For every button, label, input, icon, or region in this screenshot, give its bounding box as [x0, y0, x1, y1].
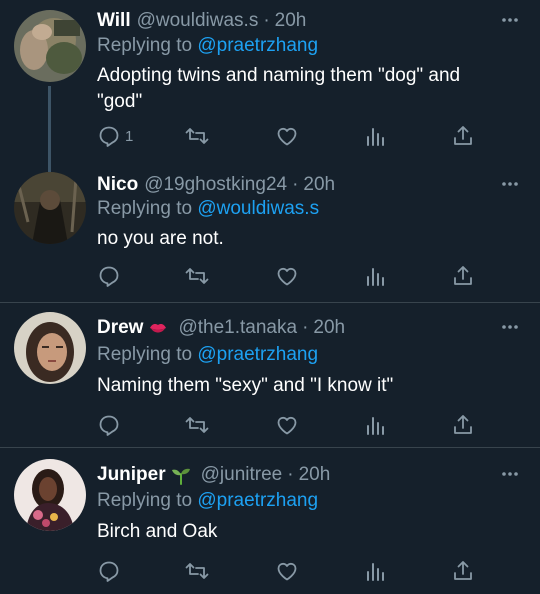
- retweet-icon: [185, 268, 209, 284]
- replying-to-label: Replying to: [97, 35, 198, 56]
- tweet-nico[interactable]: Nico @19ghostking24 · 20h Replying to @w…: [0, 166, 540, 302]
- more-icon[interactable]: [500, 174, 520, 194]
- user-handle[interactable]: @wouldiwas.s: [137, 10, 259, 32]
- tweet-drew[interactable]: Drew @the1.tanaka · 20h Replying to @pra…: [0, 303, 540, 447]
- kiss-mark-emoji: [148, 318, 168, 338]
- like-icon: [277, 127, 297, 146]
- replying-to: Replying to @praetrzhang: [97, 35, 318, 57]
- analytics-icon: [367, 417, 384, 435]
- reply-icon: [99, 126, 119, 147]
- replying-to: Replying to @wouldiwas.s: [97, 198, 319, 220]
- tweet-text: no you are not.: [97, 228, 224, 249]
- tweet-header: Nico @19ghostking24 · 20h: [97, 174, 335, 196]
- retweet-button[interactable]: [185, 411, 209, 439]
- retweet-button[interactable]: [185, 557, 209, 585]
- analytics-icon: [367, 563, 384, 581]
- display-name[interactable]: Juniper: [97, 464, 166, 486]
- share-icon: [454, 415, 472, 434]
- action-bar: 1: [97, 122, 497, 150]
- retweet-icon: [185, 563, 209, 579]
- analytics-button[interactable]: [363, 122, 387, 150]
- reply-button[interactable]: [97, 557, 125, 585]
- share-button[interactable]: [451, 557, 475, 585]
- like-button[interactable]: [275, 411, 299, 439]
- share-icon: [454, 266, 472, 285]
- timestamp[interactable]: 20h: [313, 317, 345, 339]
- action-bar: [97, 557, 497, 585]
- separator: ·: [263, 10, 270, 31]
- like-button[interactable]: [275, 122, 299, 150]
- display-name[interactable]: Drew: [97, 317, 143, 339]
- separator: ·: [292, 174, 299, 195]
- analytics-icon: [367, 268, 384, 286]
- tweet-header: Drew @the1.tanaka · 20h: [97, 317, 345, 339]
- more-icon[interactable]: [500, 317, 520, 337]
- share-icon: [454, 126, 472, 145]
- mention-link[interactable]: @praetrzhang: [197, 35, 318, 56]
- more-icon[interactable]: [500, 464, 520, 484]
- retweet-icon: [185, 417, 209, 433]
- analytics-button[interactable]: [363, 557, 387, 585]
- analytics-icon: [367, 128, 384, 146]
- like-icon: [277, 267, 297, 286]
- user-handle[interactable]: @the1.tanaka: [178, 317, 297, 339]
- mention-link[interactable]: @praetrzhang: [197, 490, 318, 511]
- retweet-icon: [185, 128, 209, 144]
- reply-count: 1: [125, 127, 134, 145]
- mention-link[interactable]: @praetrzhang: [197, 344, 318, 365]
- reply-button[interactable]: 1: [97, 122, 133, 150]
- tweet-juniper[interactable]: Juniper @junitree · 20h Replying to @pra…: [0, 448, 540, 594]
- reply-button[interactable]: [97, 411, 125, 439]
- share-button[interactable]: [451, 411, 475, 439]
- analytics-button[interactable]: [363, 262, 387, 290]
- avatar[interactable]: [14, 312, 86, 384]
- like-button[interactable]: [275, 557, 299, 585]
- share-button[interactable]: [451, 122, 475, 150]
- action-bar: [97, 411, 497, 439]
- tweet-header: Will @wouldiwas.s · 20h: [97, 10, 306, 32]
- share-button[interactable]: [451, 262, 475, 290]
- retweet-button[interactable]: [185, 122, 209, 150]
- timestamp[interactable]: 20h: [299, 464, 331, 486]
- action-bar: [97, 262, 497, 290]
- replying-to-label: Replying to: [97, 198, 198, 219]
- like-icon: [277, 562, 297, 581]
- reply-icon: [99, 561, 119, 582]
- separator: ·: [287, 464, 294, 485]
- replying-to: Replying to @praetrzhang: [97, 490, 318, 512]
- seedling-emoji: [171, 465, 191, 485]
- retweet-button[interactable]: [185, 262, 209, 290]
- like-button[interactable]: [275, 262, 299, 290]
- analytics-button[interactable]: [363, 411, 387, 439]
- thread-line: [48, 86, 51, 172]
- share-icon: [454, 561, 472, 580]
- user-handle[interactable]: @junitree: [201, 464, 283, 486]
- avatar[interactable]: [14, 10, 86, 82]
- reply-icon: [99, 266, 119, 287]
- timestamp[interactable]: 20h: [275, 10, 307, 32]
- avatar[interactable]: [14, 172, 86, 244]
- tweet-text: Birch and Oak: [97, 521, 218, 542]
- mention-link[interactable]: @wouldiwas.s: [197, 198, 319, 219]
- avatar[interactable]: [14, 459, 86, 531]
- reply-button[interactable]: [97, 262, 125, 290]
- like-icon: [277, 416, 297, 435]
- replying-to: Replying to @praetrzhang: [97, 344, 318, 366]
- timestamp[interactable]: 20h: [303, 174, 335, 196]
- display-name[interactable]: Nico: [97, 174, 138, 196]
- replying-to-label: Replying to: [97, 490, 198, 511]
- tweet-text: Adopting twins and naming them "dog" and…: [97, 65, 461, 112]
- tweet-text: Naming them "sexy" and "I know it": [97, 375, 394, 396]
- more-icon[interactable]: [500, 10, 520, 30]
- reply-icon: [99, 415, 119, 436]
- user-handle[interactable]: @19ghostking24: [144, 174, 287, 196]
- tweet-header: Juniper @junitree · 20h: [97, 464, 330, 486]
- separator: ·: [302, 317, 309, 338]
- tweet-will[interactable]: Will @wouldiwas.s · 20h Replying to @pra…: [0, 0, 540, 172]
- replying-to-label: Replying to: [97, 344, 198, 365]
- display-name[interactable]: Will: [97, 10, 131, 32]
